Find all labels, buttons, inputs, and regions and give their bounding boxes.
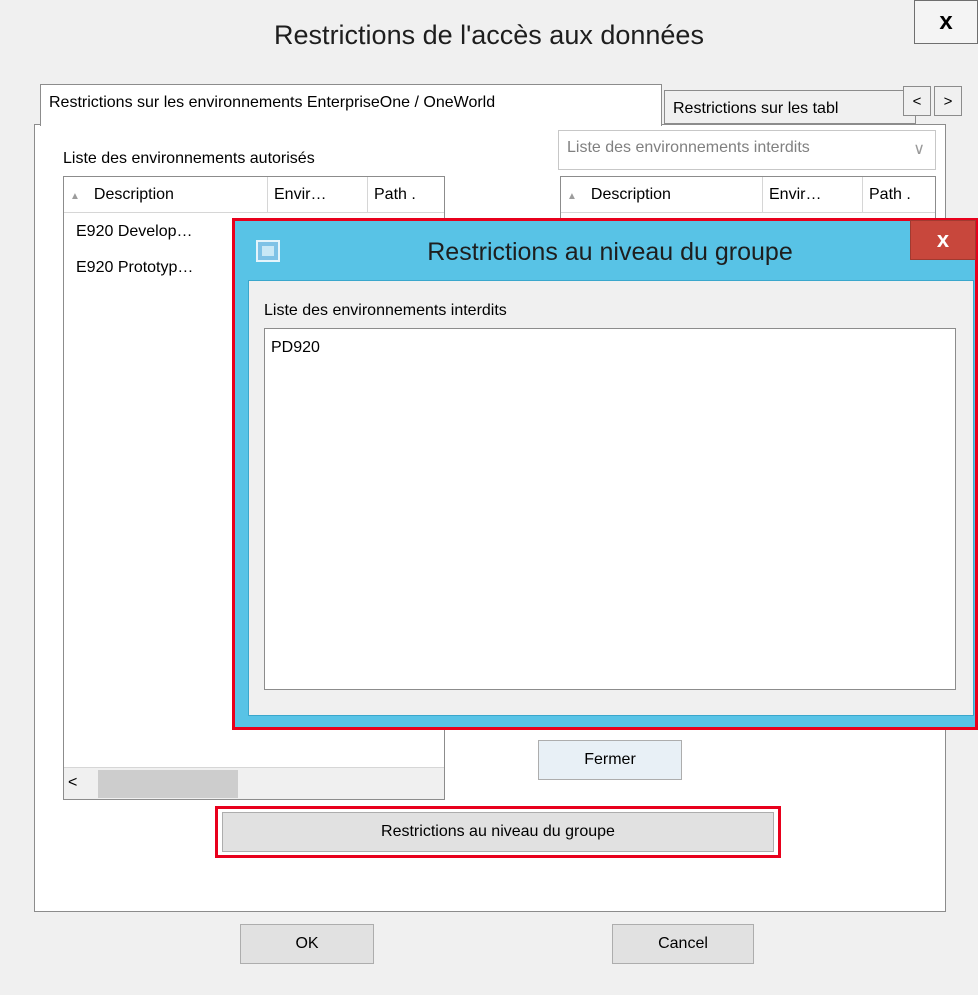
dialog-app-icon-detail <box>262 246 274 256</box>
dialog-close-button[interactable]: x <box>910 220 976 260</box>
tab-scroll-right-button[interactable]: > <box>934 86 962 116</box>
allowed-environments-label: Liste des environnements autorisés <box>63 150 315 167</box>
dialog-forbidden-list[interactable]: PD920 <box>264 328 956 690</box>
scroll-left-arrow-icon[interactable]: < <box>68 774 77 792</box>
column-header-environment[interactable]: Envir… <box>268 177 368 213</box>
list-item[interactable]: E920 Develop… <box>76 223 193 241</box>
sort-up-icon: ▲ <box>567 191 577 202</box>
cancel-button[interactable]: Cancel <box>612 924 754 964</box>
chevron-down-icon: ∨ <box>913 141 925 158</box>
dialog-list-label: Liste des environnements interdits <box>264 302 507 319</box>
main-close-button[interactable]: x <box>914 0 978 44</box>
column-header-description[interactable]: ▲ Description <box>561 177 763 213</box>
tab-scroll-left-button[interactable]: < <box>903 86 931 116</box>
tab-environment-restrictions[interactable]: Restrictions sur les environnements Ente… <box>40 84 662 126</box>
forbidden-environments-combo[interactable]: Liste des environnements interdits ∨ <box>558 130 936 170</box>
column-header-environment[interactable]: Envir… <box>763 177 863 213</box>
scrollbar-thumb[interactable] <box>98 770 238 798</box>
column-header-path[interactable]: Path . <box>368 177 444 213</box>
sort-up-icon: ▲ <box>70 191 80 202</box>
main-window-title: Restrictions de l'accès aux données <box>274 20 704 50</box>
column-header-description[interactable]: ▲ Description <box>64 177 268 213</box>
tab-table-restrictions[interactable]: Restrictions sur les tabl <box>664 90 916 124</box>
dialog-title: Restrictions au niveau du groupe <box>427 238 793 266</box>
close-button[interactable]: Fermer <box>538 740 682 780</box>
list-item[interactable]: E920 Prototyp… <box>76 259 193 277</box>
group-restrictions-button[interactable]: Restrictions au niveau du groupe <box>222 812 774 852</box>
main-title-bar: Restrictions de l'accès aux données <box>0 0 978 76</box>
ok-button[interactable]: OK <box>240 924 374 964</box>
list-item[interactable]: PD920 <box>271 339 320 357</box>
column-header-path[interactable]: Path . <box>863 177 935 213</box>
horizontal-scrollbar[interactable]: < <box>64 767 444 799</box>
